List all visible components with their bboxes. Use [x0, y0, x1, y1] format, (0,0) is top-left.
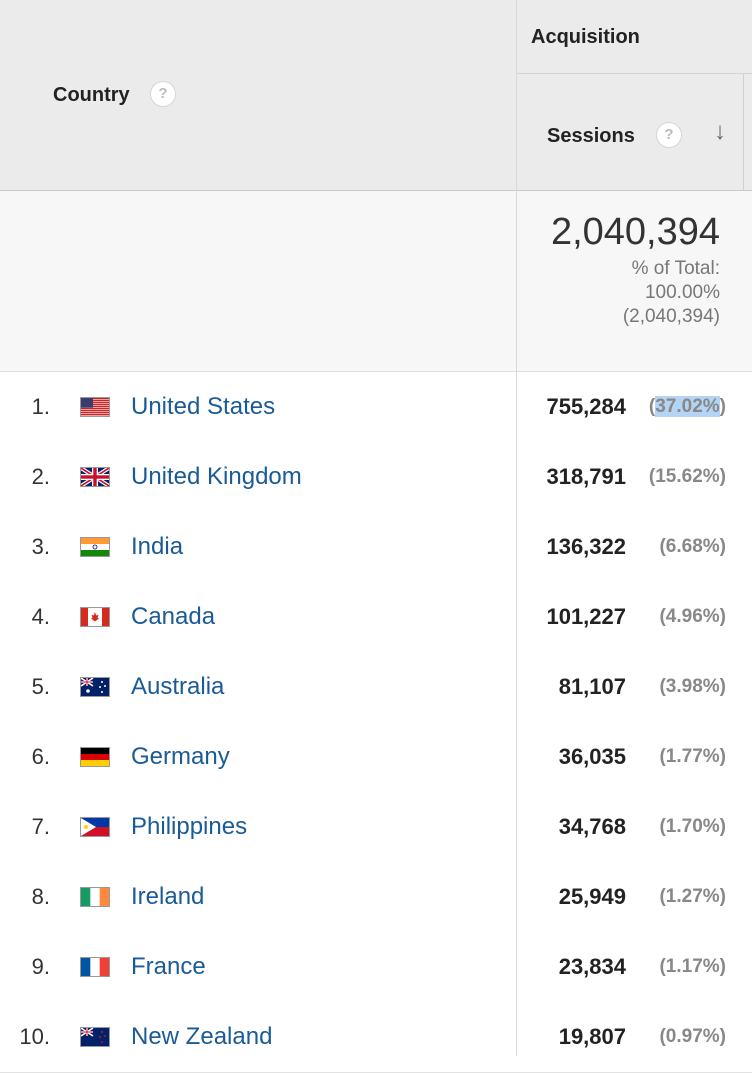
table-row: 6. Germany 36,035 (1.77%) — [0, 722, 752, 793]
total-sessions-value: 2,040,394 — [550, 211, 720, 253]
total-percent-block: % of Total: 100.00% (2,040,394) — [623, 257, 720, 329]
table-header: Acquisition Country ? Sessions ? ↓ — [0, 0, 752, 191]
country-column-header[interactable]: Country — [53, 84, 130, 107]
sessions-value: 318,791 — [546, 464, 626, 489]
table-row: 9. France 23,834 (1.17%) — [0, 932, 752, 1003]
sessions-percent: (37.02%) — [648, 396, 726, 417]
column-divider — [516, 0, 517, 1056]
country-link[interactable]: Canada — [131, 603, 215, 631]
new-zealand-flag-icon — [80, 1027, 110, 1047]
row-rank: 2. — [31, 464, 50, 489]
row-rank: 9. — [31, 954, 50, 979]
table-row: 8. Ireland 25,949 (1.27%) — [0, 862, 752, 933]
country-link[interactable]: Australia — [131, 673, 224, 701]
country-link[interactable]: United Kingdom — [131, 463, 302, 491]
sessions-percent: (3.98%) — [659, 676, 726, 697]
table-row: 2. United Kingdom 318,791 (15.62%) — [0, 442, 752, 513]
sessions-value: 81,107 — [558, 674, 626, 699]
sessions-percent: (1.17%) — [659, 956, 726, 977]
column-divider — [743, 74, 744, 190]
country-link[interactable]: United States — [131, 393, 275, 421]
sessions-percent: (1.27%) — [659, 886, 726, 907]
sessions-value: 36,035 — [558, 744, 626, 769]
sessions-percent: (0.97%) — [659, 1026, 726, 1047]
table-row: 7. Philippines 34,768 (1.70%) — [0, 792, 752, 863]
sessions-percent: (6.68%) — [659, 536, 726, 557]
sessions-value: 19,807 — [558, 1024, 626, 1049]
row-rank: 6. — [31, 744, 50, 769]
sessions-help-icon[interactable]: ? — [656, 122, 682, 148]
row-rank: 8. — [31, 884, 50, 909]
row-rank: 1. — [31, 394, 50, 419]
row-rank: 10. — [19, 1024, 50, 1049]
sort-descending-icon[interactable]: ↓ — [714, 118, 726, 146]
sessions-value: 101,227 — [546, 604, 626, 629]
sessions-value: 755,284 — [546, 394, 626, 419]
country-link[interactable]: Philippines — [131, 813, 247, 841]
acquisition-title: Acquisition — [531, 26, 640, 48]
philippines-flag-icon — [80, 817, 110, 837]
table-row: 4. Canada 101,227 (4.96%) — [0, 582, 752, 653]
percent-of-total-label: % of Total: — [631, 258, 720, 279]
total-count-value: (2,040,394) — [622, 306, 720, 327]
selected-text: 37.02% — [655, 396, 720, 417]
row-rank: 3. — [31, 534, 50, 559]
sessions-percent: (1.77%) — [659, 746, 726, 767]
row-rank: 4. — [31, 604, 50, 629]
country-help-icon[interactable]: ? — [150, 81, 176, 107]
canada-flag-icon — [80, 607, 110, 627]
sessions-value: 23,834 — [558, 954, 626, 979]
country-link[interactable]: France — [131, 953, 206, 981]
country-link[interactable]: New Zealand — [131, 1023, 272, 1051]
table-row: 5. Australia 81,107 (3.98%) — [0, 652, 752, 723]
sessions-percent: (4.96%) — [659, 606, 726, 627]
country-link[interactable]: Ireland — [131, 883, 204, 911]
totals-row: 2,040,394 % of Total: 100.00% (2,040,394… — [0, 191, 752, 372]
sessions-percent: (1.70%) — [659, 816, 726, 837]
ireland-flag-icon — [80, 887, 110, 907]
uk-flag-icon — [80, 467, 110, 487]
sessions-value: 34,768 — [558, 814, 626, 839]
sessions-column-header[interactable]: Sessions — [547, 125, 635, 148]
france-flag-icon — [80, 957, 110, 977]
table-row: 3. India 136,322 (6.68%) — [0, 512, 752, 583]
us-flag-icon — [80, 397, 110, 417]
sessions-percent: (15.62%) — [648, 466, 726, 487]
australia-flag-icon — [80, 677, 110, 697]
percent-of-total-value: 100.00% — [644, 282, 720, 303]
table-row: 1. United States 755,284 (37.02%) — [0, 372, 752, 443]
india-flag-icon — [80, 537, 110, 557]
sessions-value: 136,322 — [546, 534, 626, 559]
acquisition-group-header: Acquisition — [517, 0, 752, 74]
row-rank: 7. — [31, 814, 50, 839]
row-rank: 5. — [31, 674, 50, 699]
country-link[interactable]: Germany — [131, 743, 230, 771]
table-row: 10. New Zealand 19,807 (0.97%) — [0, 1002, 752, 1073]
country-link[interactable]: India — [131, 533, 183, 561]
germany-flag-icon — [80, 747, 110, 767]
sessions-value: 25,949 — [558, 884, 626, 909]
